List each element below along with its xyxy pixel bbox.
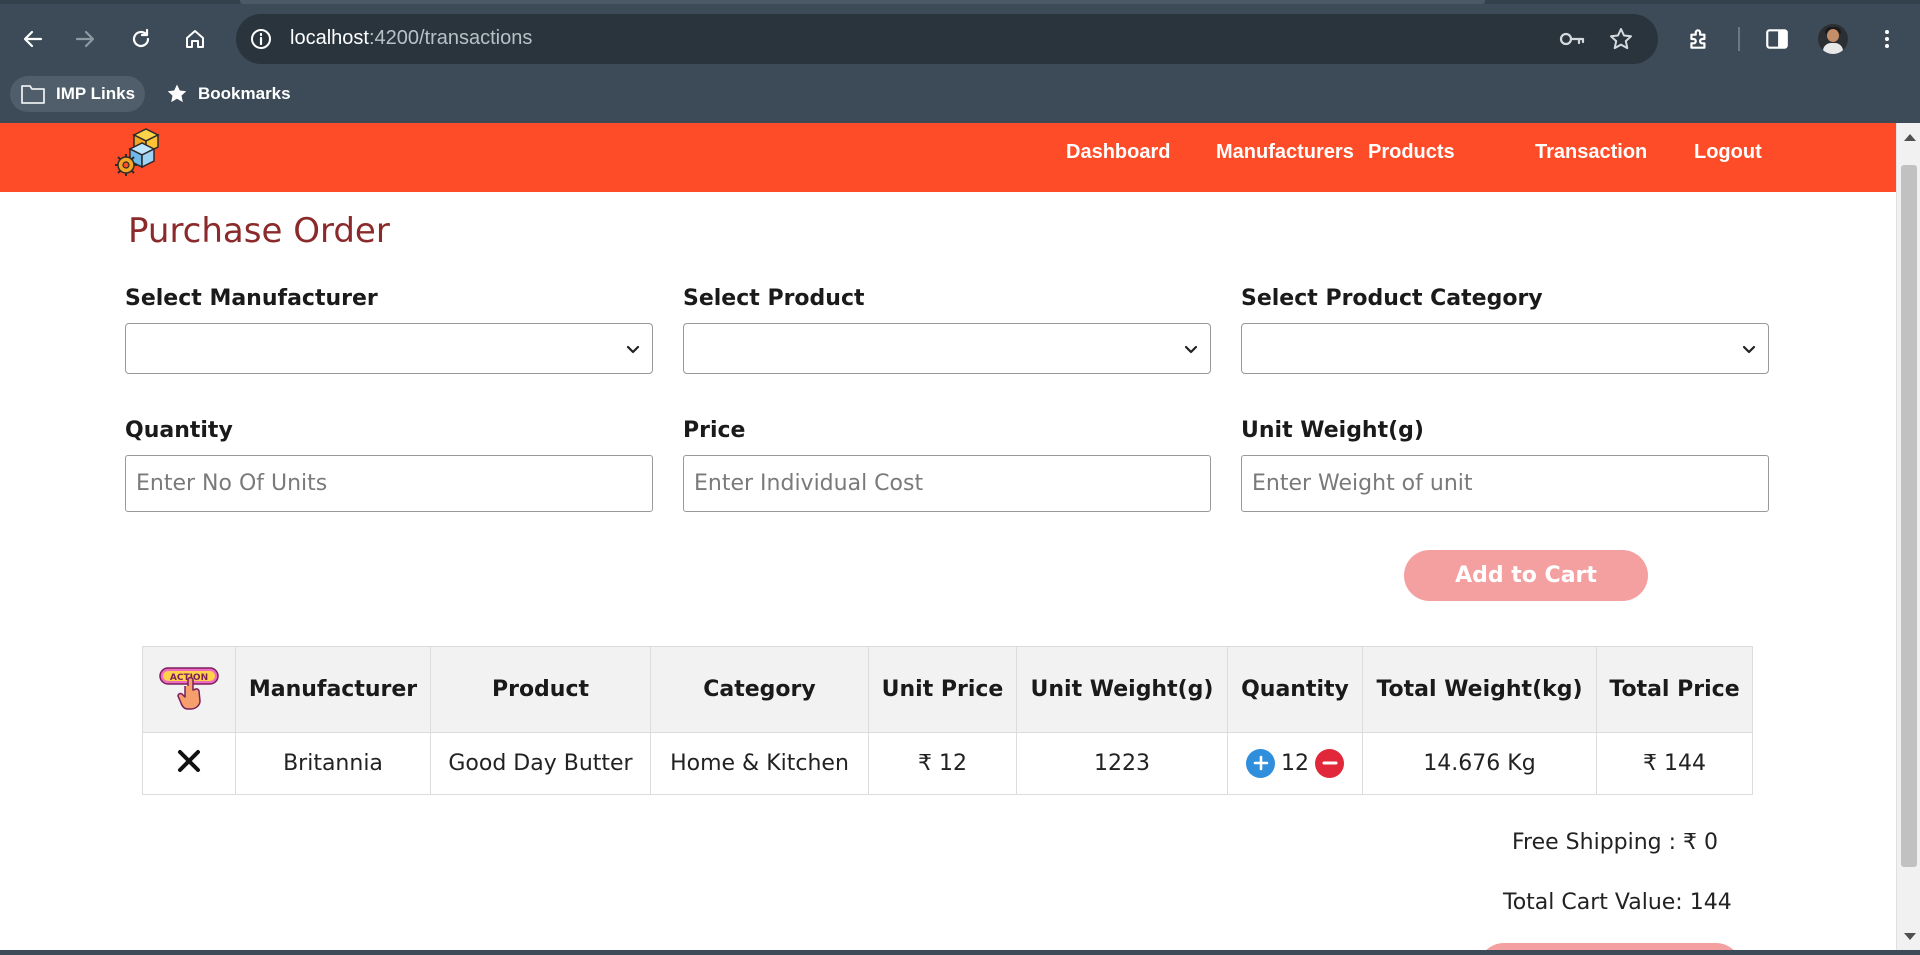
quantity-label: Quantity bbox=[125, 418, 233, 443]
col-unit-weight: Unit Weight(g) bbox=[1016, 646, 1228, 733]
increase-quantity-plus-icon[interactable] bbox=[1246, 748, 1275, 778]
side-panel-icon[interactable] bbox=[1758, 20, 1796, 58]
page-title: Purchase Order bbox=[128, 211, 390, 251]
cell-product: Good Day Butter bbox=[430, 732, 651, 795]
nav-dashboard[interactable]: Dashboard bbox=[1066, 141, 1170, 164]
toolbar-separator bbox=[1738, 27, 1740, 51]
action-header: ACTION bbox=[142, 646, 236, 733]
category-select[interactable] bbox=[1241, 323, 1769, 374]
total-cart-value-text: Total Cart Value: 144 bbox=[1503, 890, 1732, 915]
decrease-quantity-minus-icon[interactable] bbox=[1315, 748, 1344, 778]
unit-weight-label: Unit Weight(g) bbox=[1241, 418, 1424, 443]
nav-transaction[interactable]: Transaction bbox=[1535, 141, 1647, 164]
remove-x-icon[interactable] bbox=[176, 748, 202, 774]
remove-cell bbox=[142, 732, 236, 795]
tab-strip bbox=[0, 0, 1920, 4]
chevron-down-icon bbox=[1184, 345, 1198, 354]
extensions-puzzle-icon[interactable] bbox=[1680, 20, 1718, 58]
bookmark-label: IMP Links bbox=[56, 84, 136, 103]
col-unit-price: Unit Price bbox=[868, 646, 1017, 733]
cell-total-weight: 14.676 Kg bbox=[1362, 732, 1597, 795]
browser-chrome: localhost:4200/transactions IMP Links Bo… bbox=[0, 0, 1920, 123]
price-input[interactable] bbox=[683, 455, 1211, 512]
cell-manufacturer: Britannia bbox=[235, 732, 431, 795]
checkout-button-partial[interactable] bbox=[1478, 943, 1742, 950]
warehouse-logo-icon[interactable] bbox=[112, 125, 168, 181]
cell-unit-price: ₹ 12 bbox=[868, 732, 1017, 795]
password-key-icon[interactable] bbox=[1558, 26, 1586, 52]
forward-arrow-icon[interactable] bbox=[66, 20, 104, 58]
product-select[interactable] bbox=[683, 323, 1211, 374]
col-total-weight: Total Weight(kg) bbox=[1362, 646, 1597, 733]
unit-weight-input[interactable] bbox=[1241, 455, 1769, 512]
bookmark-bookmarks[interactable]: Bookmarks bbox=[156, 76, 301, 112]
url-text: localhost:4200/transactions bbox=[290, 27, 533, 49]
chevron-down-icon bbox=[626, 345, 640, 354]
table-row: Britannia Good Day Butter Home & Kitchen… bbox=[142, 732, 1753, 795]
scroll-down-arrow-icon[interactable] bbox=[1904, 933, 1916, 940]
quantity-input[interactable] bbox=[125, 455, 653, 512]
window-bottom-edge bbox=[0, 950, 1920, 955]
product-label: Select Product bbox=[683, 286, 865, 311]
scroll-up-arrow-icon[interactable] bbox=[1904, 134, 1916, 141]
bookmark-label: Bookmarks bbox=[198, 84, 291, 103]
page-scrollbar[interactable] bbox=[1896, 123, 1920, 950]
cell-quantity: 12 bbox=[1227, 732, 1363, 795]
home-icon[interactable] bbox=[176, 20, 214, 58]
top-navbar: Dashboard Manufacturers Products Transac… bbox=[0, 123, 1896, 192]
cart-table: ACTION Manufacturer Product Category Uni… bbox=[142, 646, 1753, 795]
nav-products[interactable]: Products bbox=[1368, 141, 1455, 164]
col-product: Product bbox=[430, 646, 651, 733]
kebab-menu-icon[interactable] bbox=[1868, 20, 1906, 58]
table-header-row: ACTION Manufacturer Product Category Uni… bbox=[142, 646, 1753, 733]
category-label: Select Product Category bbox=[1241, 286, 1543, 311]
add-to-cart-button[interactable]: Add to Cart bbox=[1404, 550, 1648, 601]
manufacturer-select[interactable] bbox=[125, 323, 653, 374]
scrollbar-thumb[interactable] bbox=[1901, 165, 1917, 867]
star-icon bbox=[167, 84, 187, 103]
back-arrow-icon[interactable] bbox=[14, 20, 52, 58]
col-quantity: Quantity bbox=[1227, 646, 1363, 733]
profile-avatar[interactable] bbox=[1818, 24, 1848, 54]
chevron-down-icon bbox=[1742, 345, 1756, 354]
free-shipping-text: Free Shipping : ₹ 0 bbox=[1512, 830, 1719, 855]
page-viewport: Dashboard Manufacturers Products Transac… bbox=[0, 123, 1896, 950]
bookmark-imp-links[interactable]: IMP Links bbox=[10, 76, 146, 112]
nav-logout[interactable]: Logout bbox=[1694, 141, 1762, 164]
col-category: Category bbox=[650, 646, 869, 733]
col-manufacturer: Manufacturer bbox=[235, 646, 431, 733]
price-label: Price bbox=[683, 418, 746, 443]
quantity-value: 12 bbox=[1281, 750, 1309, 776]
col-total-price: Total Price bbox=[1596, 646, 1753, 733]
manufacturer-label: Select Manufacturer bbox=[125, 286, 378, 311]
folder-icon bbox=[21, 85, 45, 104]
nav-manufacturers[interactable]: Manufacturers bbox=[1216, 141, 1354, 164]
address-bar[interactable]: localhost:4200/transactions bbox=[236, 14, 1658, 64]
bookmark-star-icon[interactable] bbox=[1608, 26, 1634, 52]
reload-icon[interactable] bbox=[122, 20, 160, 58]
cell-category: Home & Kitchen bbox=[650, 732, 869, 795]
cell-unit-weight: 1223 bbox=[1016, 732, 1228, 795]
site-info-icon[interactable] bbox=[248, 26, 274, 52]
cell-total-price: ₹ 144 bbox=[1596, 732, 1753, 795]
action-hand-icon: ACTION bbox=[159, 666, 219, 710]
